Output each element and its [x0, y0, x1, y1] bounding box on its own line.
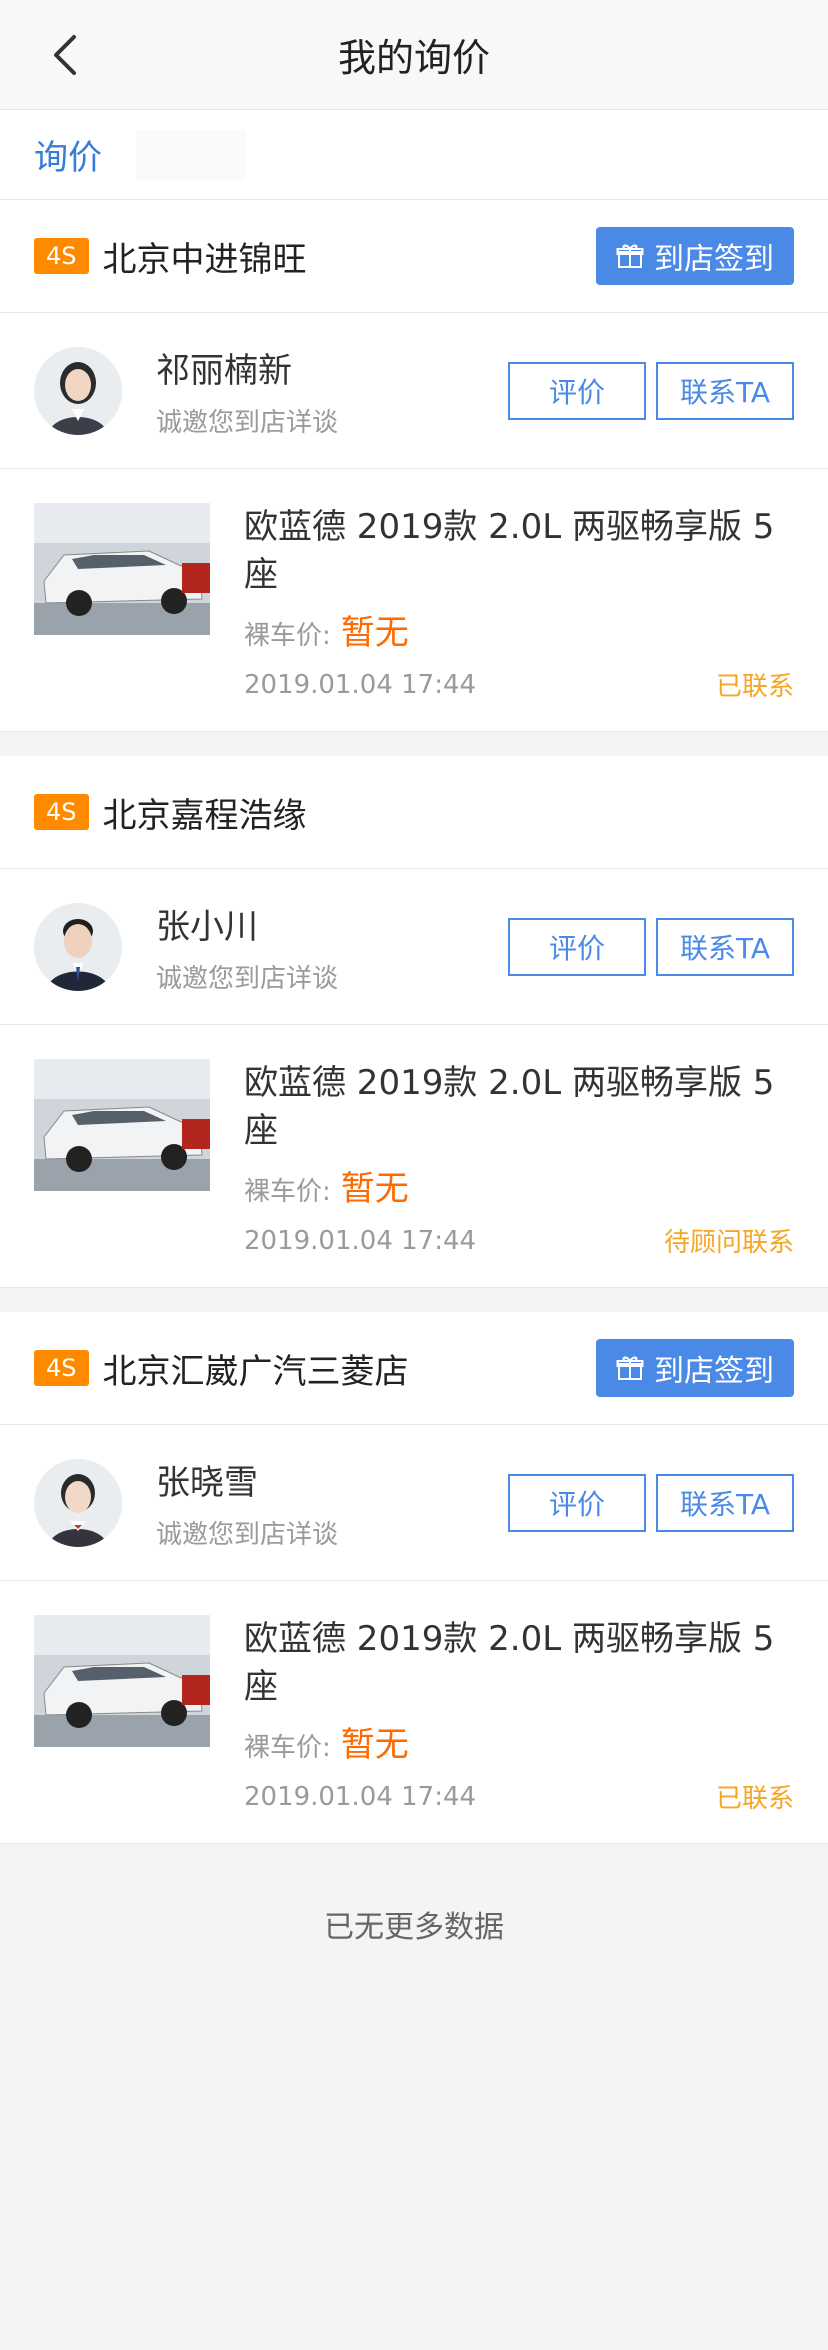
car-meta: 2019.01.04 17:44 待顾问联系 [244, 1222, 794, 1259]
contact-button[interactable]: 联系TA [656, 1473, 794, 1532]
price-label: 裸车价: [244, 1177, 331, 1207]
car-info: 欧蓝德 2019款 2.0L 两驱畅享版 5座 裸车价: 暂无 2019.01.… [244, 503, 794, 703]
price-value: 暂无 [340, 1725, 409, 1765]
dealer-name: 北京中进锦旺 [102, 239, 307, 280]
dealer-row: 4S 北京汇崴广汽三菱店 到店签到 [0, 1312, 828, 1425]
badge-4s: 4S [34, 794, 89, 830]
car-thumbnail [34, 1059, 210, 1191]
rate-button[interactable]: 评价 [508, 1473, 646, 1532]
rate-button[interactable]: 评价 [508, 361, 646, 420]
dealer-name: 北京汇崴广汽三菱店 [102, 1351, 409, 1392]
avatar [34, 1458, 122, 1547]
consultant-info: 张小川 诚邀您到店详谈 [156, 899, 498, 995]
badge-4s: 4S [34, 238, 89, 274]
consultant-row: 祁丽楠新 诚邀您到店详谈 评价 联系TA [0, 313, 828, 469]
car-row[interactable]: 欧蓝德 2019款 2.0L 两驱畅享版 5座 裸车价: 暂无 2019.01.… [0, 1581, 828, 1843]
car-info: 欧蓝德 2019款 2.0L 两驱畅享版 5座 裸车价: 暂无 2019.01.… [244, 1059, 794, 1259]
car-info: 欧蓝德 2019款 2.0L 两驱畅享版 5座 裸车价: 暂无 2019.01.… [244, 1615, 794, 1815]
gift-icon [616, 1356, 644, 1380]
nav-bar: 我的询价 [0, 0, 828, 110]
invite-text: 诚邀您到店详谈 [156, 407, 339, 438]
timestamp: 2019.01.04 17:44 [244, 1781, 477, 1812]
dealer-row: 4S 北京嘉程浩缘 [0, 756, 828, 869]
timestamp: 2019.01.04 17:44 [244, 1225, 477, 1256]
car-thumbnail [34, 503, 210, 635]
tab-bar: 询价 [0, 110, 828, 200]
checkin-button[interactable]: 到店签到 [596, 1339, 794, 1397]
contact-button[interactable]: 联系TA [656, 917, 794, 976]
status-label: 已联系 [715, 1784, 794, 1814]
price-value: 暂无 [340, 613, 409, 653]
invite-text: 诚邀您到店详谈 [156, 1519, 339, 1550]
avatar [34, 346, 122, 435]
rate-button[interactable]: 评价 [508, 917, 646, 976]
consultant-row: 张晓雪 诚邀您到店详谈 评价 联系TA [0, 1425, 828, 1581]
price-line: 裸车价: 暂无 [244, 605, 794, 654]
contact-button[interactable]: 联系TA [656, 361, 794, 420]
car-title: 欧蓝德 2019款 2.0L 两驱畅享版 5座 [244, 507, 775, 595]
price-line: 裸车价: 暂无 [244, 1161, 794, 1210]
checkin-label: 到店签到 [654, 1354, 774, 1389]
tab-placeholder [136, 129, 246, 180]
dealer-row: 4S 北京中进锦旺 到店签到 [0, 200, 828, 313]
consultant-name: 祁丽楠新 [156, 350, 292, 391]
consultant-row: 张小川 诚邀您到店详谈 评价 联系TA [0, 869, 828, 1025]
car-row[interactable]: 欧蓝德 2019款 2.0L 两驱畅享版 5座 裸车价: 暂无 2019.01.… [0, 1025, 828, 1287]
dealer-name: 北京嘉程浩缘 [102, 795, 307, 836]
gift-icon [616, 244, 644, 268]
timestamp: 2019.01.04 17:44 [244, 669, 477, 700]
no-more-data: 已无更多数据 [324, 1910, 504, 1945]
status-label: 已联系 [715, 672, 794, 702]
car-title: 欧蓝德 2019款 2.0L 两驱畅享版 5座 [244, 1619, 775, 1707]
car-meta: 2019.01.04 17:44 已联系 [244, 1778, 794, 1815]
badge-4s: 4S [34, 1350, 89, 1386]
price-value: 暂无 [340, 1169, 409, 1209]
checkin-label: 到店签到 [654, 242, 774, 277]
price-label: 裸车价: [244, 1733, 331, 1763]
consultant-info: 祁丽楠新 诚邀您到店详谈 [156, 343, 498, 439]
consultant-name: 张小川 [156, 906, 258, 947]
inquiry-card: 4S 北京嘉程浩缘 张小川 诚邀您到店详谈 评价 联系TA 欧蓝德 2019款 … [0, 756, 828, 1288]
price-line: 裸车价: 暂无 [244, 1717, 794, 1766]
back-button[interactable] [40, 30, 90, 80]
checkin-button[interactable]: 到店签到 [596, 227, 794, 285]
car-title: 欧蓝德 2019款 2.0L 两驱畅享版 5座 [244, 1063, 775, 1151]
car-thumbnail [34, 1615, 210, 1747]
inquiry-card: 4S 北京汇崴广汽三菱店 到店签到 张晓雪 诚邀您到店详谈 评价 联系TA 欧蓝… [0, 1312, 828, 1844]
status-label: 待顾问联系 [663, 1228, 794, 1258]
avatar [34, 902, 122, 991]
page-title: 我的询价 [337, 36, 490, 80]
car-row[interactable]: 欧蓝德 2019款 2.0L 两驱畅享版 5座 裸车价: 暂无 2019.01.… [0, 469, 828, 731]
consultant-name: 张晓雪 [156, 1462, 258, 1503]
tab-inquiry[interactable]: 询价 [34, 130, 102, 179]
consultant-info: 张晓雪 诚邀您到店详谈 [156, 1455, 498, 1551]
inquiry-card: 4S 北京中进锦旺 到店签到 祁丽楠新 诚邀您到店详谈 评价 联系TA 欧蓝德 … [0, 200, 828, 732]
price-label: 裸车价: [244, 621, 331, 651]
car-meta: 2019.01.04 17:44 已联系 [244, 666, 794, 703]
chevron-left-icon [54, 35, 76, 75]
invite-text: 诚邀您到店详谈 [156, 963, 339, 994]
